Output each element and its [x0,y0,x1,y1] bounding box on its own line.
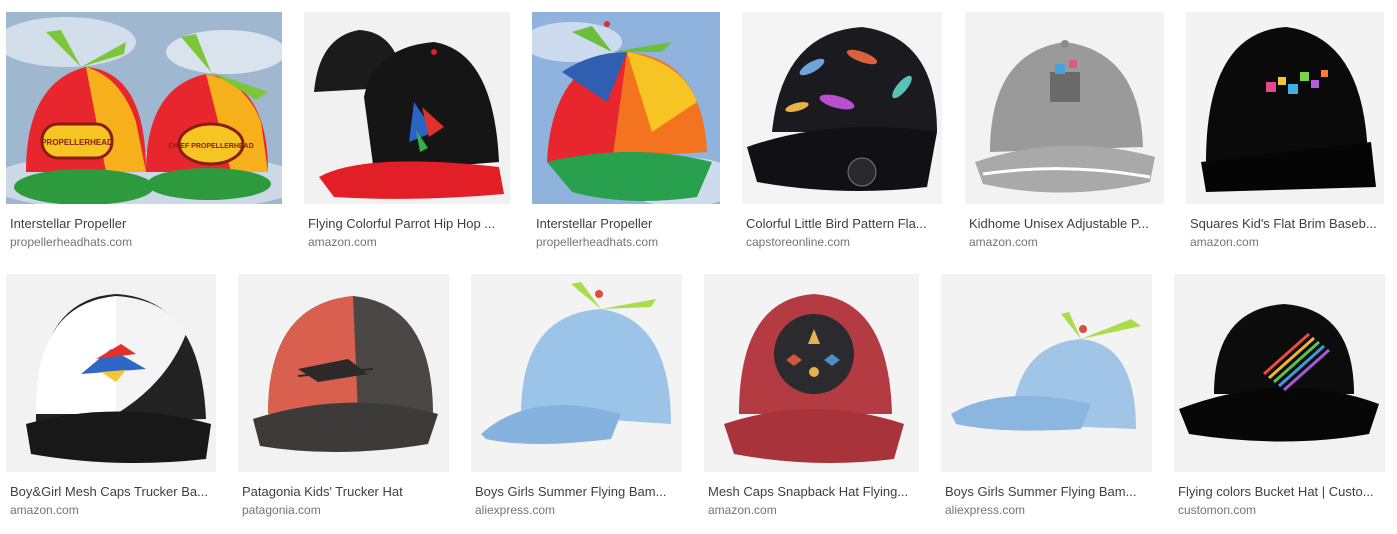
result-card[interactable]: Colorful Little Bird Pattern Fla... caps… [742,12,942,252]
result-card[interactable]: Boy&Girl Mesh Caps Trucker Ba... amazon.… [6,274,216,519]
result-source[interactable]: amazon.com [969,234,1160,250]
bird-pattern-cap-image[interactable] [742,12,942,204]
result-title[interactable]: Flying Colorful Parrot Hip Hop ... [308,215,506,232]
result-card[interactable]: Flying Colorful Parrot Hip Hop ... amazo… [304,12,510,252]
result-card[interactable]: PROPELLERHEAD CHIEF PROPELLERHEAD Inters… [6,12,282,252]
result-source[interactable]: propellerheadhats.com [536,234,716,250]
patagonia-trucker-hat-image[interactable] [238,274,449,472]
result-card[interactable]: Patagonia Kids' Trucker Hat patagonia.co… [238,274,449,519]
result-title[interactable]: Interstellar Propeller [536,215,716,232]
result-source[interactable]: amazon.com [1190,234,1380,250]
blue-propeller-cap-image[interactable] [471,274,682,472]
result-title[interactable]: Colorful Little Bird Pattern Fla... [746,215,938,232]
result-source[interactable]: aliexpress.com [475,502,678,518]
result-source[interactable]: patagonia.com [242,502,445,518]
badge-text: CHIEF PROPELLERHEAD [168,143,254,150]
result-title[interactable]: Patagonia Kids' Trucker Hat [242,483,445,500]
red-washed-cap-image[interactable] [704,274,919,472]
result-card[interactable]: Mesh Caps Snapback Hat Flying... amazon.… [704,274,919,519]
result-card[interactable]: Boys Girls Summer Flying Bam... aliexpre… [471,274,682,519]
result-source[interactable]: amazon.com [308,234,506,250]
blue-propeller-cap-side-image[interactable] [941,274,1152,472]
badge-text: PROPELLERHEAD [41,138,113,147]
result-card[interactable]: Squares Kid's Flat Brim Baseb... amazon.… [1186,12,1384,252]
grey-baseball-cap-image[interactable] [965,12,1164,204]
black-flat-brim-cap-image[interactable] [1186,12,1384,204]
result-title[interactable]: Boy&Girl Mesh Caps Trucker Ba... [10,483,212,500]
result-title[interactable]: Interstellar Propeller [10,215,278,232]
result-title[interactable]: Boys Girls Summer Flying Bam... [475,483,678,500]
result-card[interactable]: Flying colors Bucket Hat | Custo... cust… [1174,274,1385,519]
propeller-beanie-image[interactable] [532,12,720,204]
result-title[interactable]: Squares Kid's Flat Brim Baseb... [1190,215,1380,232]
parrot-trucker-cap-image[interactable] [6,274,216,472]
result-card[interactable]: Interstellar Propeller propellerheadhats… [532,12,720,252]
result-source[interactable]: amazon.com [10,502,212,518]
black-bucket-hat-image[interactable] [1174,274,1385,472]
result-title[interactable]: Kidhome Unisex Adjustable P... [969,215,1160,232]
result-source[interactable]: customon.com [1178,502,1381,518]
result-title[interactable]: Mesh Caps Snapback Hat Flying... [708,483,915,500]
result-source[interactable]: aliexpress.com [945,502,1148,518]
result-title[interactable]: Flying colors Bucket Hat | Custo... [1178,483,1381,500]
result-source[interactable]: propellerheadhats.com [10,234,278,250]
result-source[interactable]: amazon.com [708,502,915,518]
result-title[interactable]: Boys Girls Summer Flying Bam... [945,483,1148,500]
propeller-beanie-pair-image[interactable]: PROPELLERHEAD CHIEF PROPELLERHEAD [6,12,282,204]
result-source[interactable]: capstoreonline.com [746,234,938,250]
result-card[interactable]: Kidhome Unisex Adjustable P... amazon.co… [965,12,1164,252]
result-card[interactable]: Boys Girls Summer Flying Bam... aliexpre… [941,274,1152,519]
parrot-snapback-image[interactable] [304,12,510,204]
